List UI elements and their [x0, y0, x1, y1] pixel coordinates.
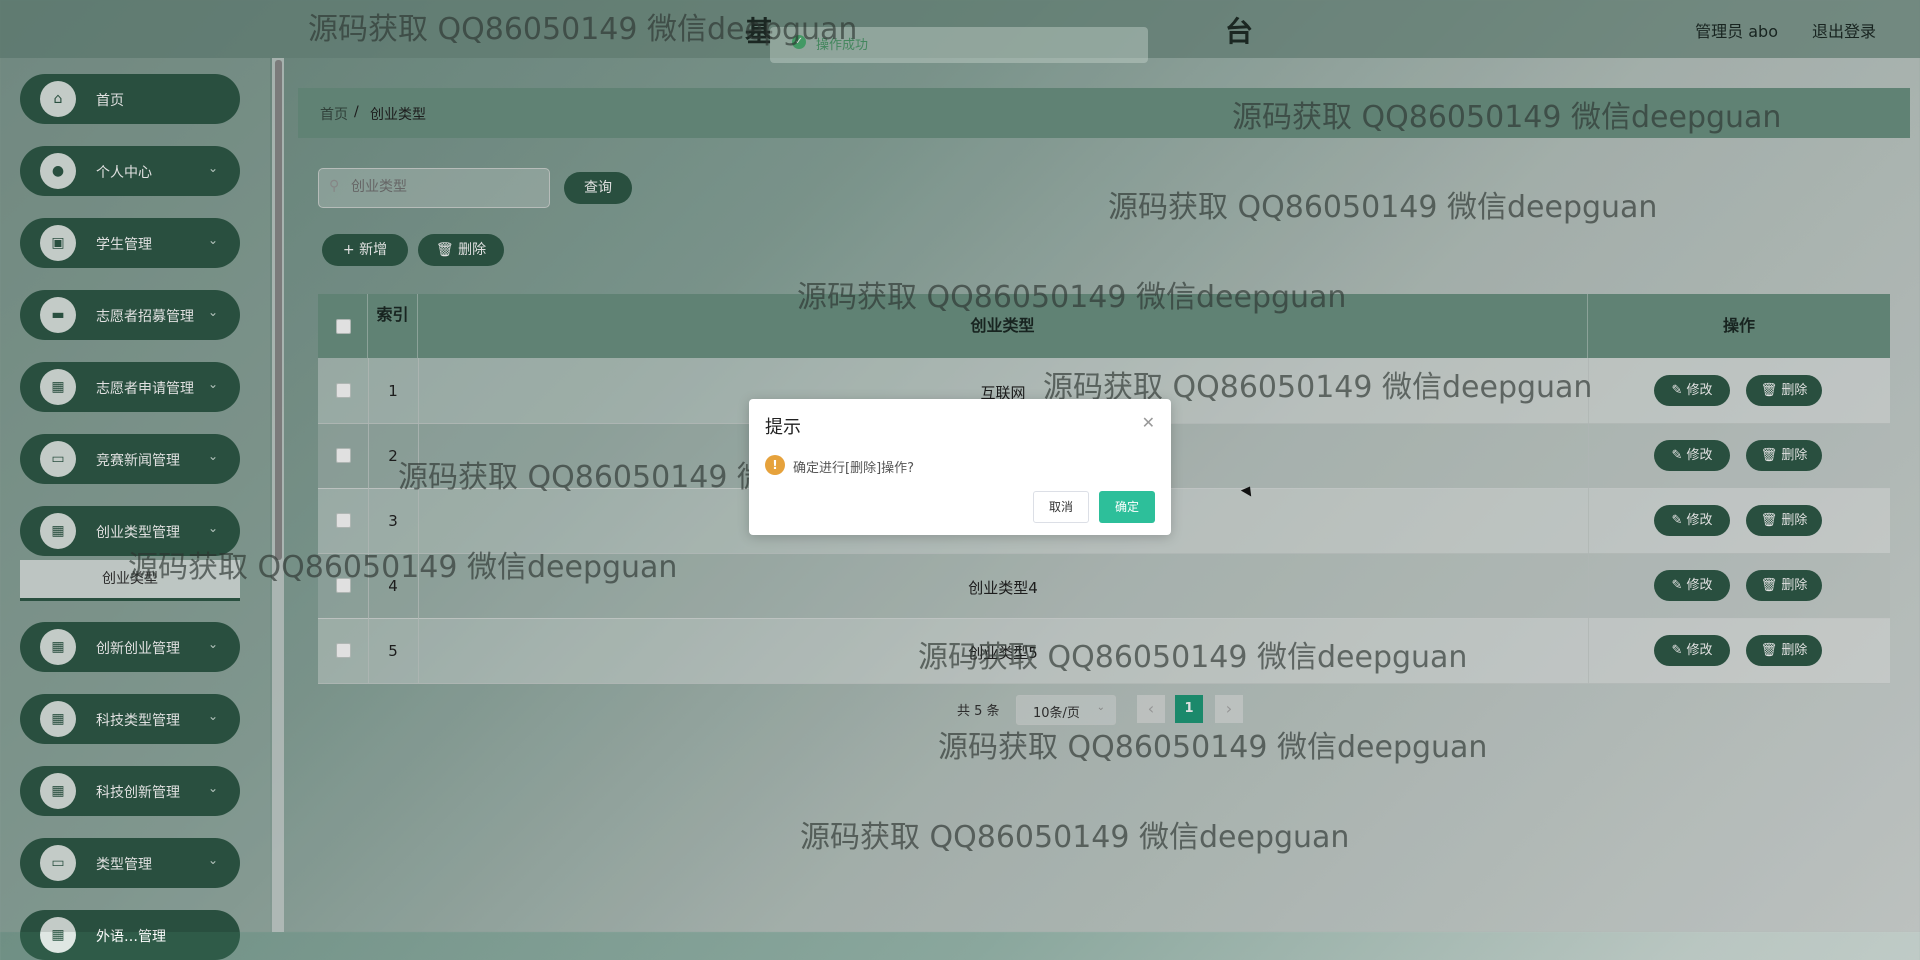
dialog-title: 提示 — [765, 417, 801, 438]
warning-icon: ! — [765, 455, 785, 475]
close-icon[interactable]: ✕ — [1142, 413, 1155, 432]
confirm-dialog: 提示 ✕ ! 确定进行[删除]操作? 取消 确定 — [749, 399, 1171, 535]
cancel-button[interactable]: 取消 — [1033, 491, 1089, 523]
confirm-button[interactable]: 确定 — [1099, 491, 1155, 523]
dialog-message: 确定进行[删除]操作? — [793, 461, 915, 476]
